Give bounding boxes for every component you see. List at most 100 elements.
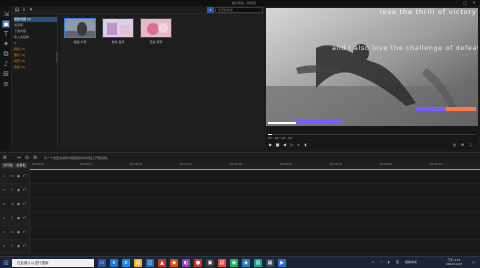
track-row[interactable]: 1. ♪ ◉ ⊓	[0, 184, 480, 198]
track-row[interactable]: 1. ▭ ◉ ⊓	[0, 170, 480, 184]
visibility-icon[interactable]: ◉	[17, 230, 21, 234]
video-track-icon: ▭	[11, 174, 15, 178]
lock-icon[interactable]: ⊓	[23, 174, 27, 178]
maximize-button[interactable]: □	[461, 0, 469, 6]
visibility-icon[interactable]: ◉	[17, 188, 21, 192]
search-icon[interactable]: ⌕	[207, 7, 214, 13]
track-header: 1. ♪ ◉ ⊓	[0, 184, 30, 197]
visibility-icon[interactable]: ◉	[17, 216, 21, 220]
app-purple-icon[interactable]: ◐	[182, 259, 190, 267]
task-view-icon[interactable]: ▭	[98, 259, 106, 267]
tree-item-media[interactable]: 媒体内容 (3)	[14, 17, 57, 22]
lock-icon[interactable]: ⊓	[23, 202, 27, 206]
transition-room-icon[interactable]: ⧉	[2, 50, 10, 58]
tray-text[interactable]: 模拟中文	[405, 260, 417, 264]
library-splitter[interactable]	[56, 52, 58, 62]
lock-icon[interactable]: ⊓	[23, 188, 27, 192]
app-orange-icon[interactable]: ◆	[170, 259, 178, 267]
library-tree: 媒体内容 (3) 资源库 下载内容 导入的媒体 Q 视频 (2) 照片 (3) …	[12, 14, 58, 150]
app-dark-icon[interactable]: ▣	[206, 259, 214, 267]
tree-item-assets[interactable]: 资源库	[14, 23, 57, 28]
track-number: 2.	[3, 202, 6, 206]
subtitle-room-icon[interactable]: ≡	[2, 80, 10, 88]
next-frame-icon[interactable]: ▷	[289, 142, 294, 147]
title-room-icon[interactable]: T	[2, 30, 10, 38]
ruler-tick: 00:00:08	[130, 163, 142, 166]
play-icon[interactable]: ▶	[268, 142, 273, 147]
preview-caption-line2: and I also love the challenge of defeat	[332, 44, 478, 52]
folder-icon[interactable]: ▤	[14, 7, 20, 13]
app-teal-icon[interactable]: ▥	[254, 259, 262, 267]
timecode: 00 : 00 : 00 : 00	[268, 136, 293, 140]
clock-date: 2021/11/23	[446, 262, 463, 266]
tray-chevron-icon[interactable]: ∧	[372, 260, 374, 264]
pip-room-icon[interactable]: ⊞	[2, 70, 10, 78]
tree-item-q[interactable]: Q	[14, 41, 57, 46]
tools-icon[interactable]: ⚙	[2, 155, 8, 161]
snapshot-icon[interactable]: ◎	[452, 142, 457, 147]
track-header: 2. ▭ ◉ ⊓	[0, 198, 30, 211]
media-thumb-3[interactable]	[140, 18, 172, 38]
stop-icon[interactable]: ■	[275, 142, 280, 147]
effects-room-icon[interactable]: ✦	[2, 40, 10, 48]
view-toggle-icon[interactable]: ▾	[28, 7, 34, 13]
media-thumb-2[interactable]	[102, 18, 134, 38]
media-thumb-1[interactable]	[64, 18, 96, 38]
ie-icon[interactable]: e	[122, 259, 130, 267]
media-thumb-2-label: 城市 夜景	[111, 40, 125, 44]
tree-item-music[interactable]: 音乐 (0)	[14, 59, 57, 64]
preview-window[interactable]: love the thrill of victory and I also lo…	[266, 8, 478, 126]
media-room-icon[interactable]: ▣	[2, 20, 10, 28]
track-row[interactable]: 2. ▭ ◉ ⊓	[0, 198, 480, 212]
app-red-icon[interactable]: ▲	[158, 259, 166, 267]
lock-icon[interactable]: ⊓	[23, 230, 27, 234]
powerdirector-icon[interactable]: ▶	[278, 259, 286, 267]
tree-item-video[interactable]: 视频 (2)	[14, 47, 57, 52]
track-row[interactable]: 3. ▭ ◉ ⊓	[0, 226, 480, 240]
timeline-view-button[interactable]: 时间轴	[2, 163, 14, 168]
explorer-icon[interactable]: ▤	[134, 259, 142, 267]
lock-icon[interactable]: ⊓	[23, 244, 27, 248]
fullscreen-icon[interactable]: ⛶	[468, 142, 473, 147]
app-slate-icon[interactable]: ▦	[266, 259, 274, 267]
visibility-icon[interactable]: ◉	[17, 244, 21, 248]
tree-item-imported[interactable]: 导入的媒体	[14, 35, 57, 40]
tree-item-color[interactable]: 色板 (0)	[14, 65, 57, 70]
lock-icon[interactable]: ⊓	[23, 216, 27, 220]
storyboard-view-button[interactable]: 故事板	[15, 163, 27, 168]
import-icon[interactable]: ⇲	[2, 10, 10, 18]
search-input[interactable]: 搜索媒体库	[215, 7, 263, 13]
track-row[interactable]: 2. ♪ ◉ ⊓	[0, 212, 480, 226]
notification-icon[interactable]: ▢	[472, 260, 475, 264]
tray-lang[interactable]: 英	[396, 260, 399, 264]
prev-frame-icon[interactable]: ◀	[282, 142, 287, 147]
zoom-in-icon[interactable]: ⊕	[32, 155, 38, 161]
minimize-button[interactable]: –	[452, 0, 460, 6]
fast-forward-icon[interactable]: »	[296, 142, 301, 147]
visibility-icon[interactable]: ◉	[17, 174, 21, 178]
app-green-icon[interactable]: ◉	[230, 259, 238, 267]
store-icon[interactable]: ◫	[146, 259, 154, 267]
playback-progress[interactable]	[268, 134, 476, 135]
visibility-icon[interactable]: ◉	[17, 202, 21, 206]
tray-network-icon[interactable]: ◠	[380, 260, 383, 264]
taskbar-search-input[interactable]: 在此键入以进行搜索	[12, 259, 94, 267]
volume-icon[interactable]: ◖	[303, 142, 308, 147]
tree-item-downloads[interactable]: 下载内容	[14, 29, 57, 34]
zoom-icon[interactable]: ⊕	[460, 142, 465, 147]
app-blue-icon[interactable]: ◈	[242, 259, 250, 267]
tree-item-photo[interactable]: 照片 (3)	[14, 53, 57, 58]
taskbar-clock[interactable]: 下午 4:21 2021/11/23	[446, 258, 462, 266]
import-media-icon[interactable]: ⇓	[21, 7, 27, 13]
timeline-ruler[interactable]: 00:00:00 00:00:04 00:00:08 00:00:12 00:0…	[30, 162, 480, 170]
zoom-out-icon[interactable]: ⊖	[24, 155, 30, 161]
track-row[interactable]: 3. ♪ ◉ ⊓	[0, 240, 480, 254]
fit-timeline-icon[interactable]: ⇔	[16, 155, 22, 161]
windows-start-icon[interactable]: ⊞	[2, 259, 10, 267]
tray-volume-icon[interactable]: ◖	[388, 260, 390, 264]
app-redcircle-icon[interactable]: ●	[194, 259, 202, 267]
edge-icon[interactable]: e	[110, 259, 118, 267]
audio-room-icon[interactable]: ♪	[2, 60, 10, 68]
app-pdf-icon[interactable]: ▤	[218, 259, 226, 267]
close-button[interactable]: ✕	[470, 0, 478, 6]
